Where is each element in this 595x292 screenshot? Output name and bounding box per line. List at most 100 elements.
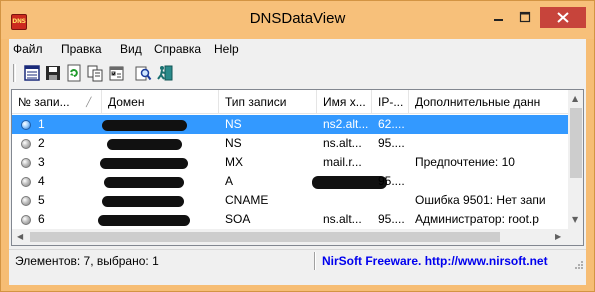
table-row[interactable]: 6 SOA ns.alt... 95.... Администратор: ro… (12, 210, 568, 229)
app-window: DNS DNSDataView Файл Правка Вид Справка … (0, 0, 595, 292)
column-header-record-type[interactable]: Тип записи (219, 90, 317, 114)
vertical-scrollbar[interactable]: ▲ ▼ (568, 90, 583, 229)
menu-bar: Файл Правка Вид Справка Help (9, 39, 586, 59)
table-row[interactable]: 2 NS ns.alt... 95.... (12, 134, 568, 153)
cell-ip (378, 191, 408, 210)
minimize-icon (494, 19, 503, 21)
column-header-ip[interactable]: IP-... (372, 90, 409, 114)
find-button[interactable] (134, 64, 152, 82)
scroll-down-icon[interactable]: ▼ (572, 216, 578, 224)
cell-host-name: ns2.alt... (323, 117, 369, 131)
cell-host-name: ns.alt... (323, 136, 362, 150)
cell-number: 3 (38, 155, 45, 169)
refresh-button[interactable] (65, 64, 83, 82)
cell-record-type: CNAME (225, 193, 269, 207)
redacted-domain (100, 158, 188, 169)
save-icon (46, 66, 60, 80)
close-icon (557, 12, 569, 23)
status-item-count: Элементов: 7, выбрано: 1 (15, 254, 159, 268)
menu-edit[interactable]: Правка (61, 42, 102, 56)
table-row[interactable]: 5 CNAME Ошибка 9501: Нет запи (12, 191, 568, 210)
table-row[interactable]: 4 A 95.... (12, 172, 568, 191)
column-header-extra[interactable]: Дополнительные данн (409, 90, 568, 114)
table-row[interactable]: 3 MX mail.r... Предпочтение: 10 (12, 153, 568, 172)
redacted-domain (107, 139, 182, 150)
nirsoft-link[interactable]: NirSoft Freeware. http://www.nirsoft.net (322, 254, 548, 268)
cell-record-type: SOA (225, 212, 251, 226)
menu-help[interactable]: Help (214, 42, 239, 56)
cell-ip: 95.... (378, 212, 405, 226)
maximize-button[interactable] (512, 7, 538, 28)
redacted-domain (102, 120, 187, 131)
cell-extra: Администратор: root.p (415, 212, 539, 226)
cell-host-name: ns.alt... (323, 212, 362, 226)
title-bar[interactable]: DNS DNSDataView (1, 1, 594, 39)
cell-number: 1 (38, 117, 45, 131)
horizontal-scrollbar[interactable]: ◀ ▶ (12, 229, 568, 245)
scroll-right-icon[interactable]: ▶ (555, 233, 561, 241)
cell-extra (415, 172, 567, 191)
cell-record-type: NS (225, 117, 242, 131)
maximize-icon (519, 11, 531, 23)
redacted-domain (102, 196, 184, 207)
record-status-icon (21, 177, 31, 187)
cell-host-name (323, 191, 371, 210)
record-status-icon (21, 158, 31, 168)
options-button[interactable] (107, 64, 125, 82)
cell-number: 5 (38, 193, 45, 207)
redacted-domain (98, 215, 190, 226)
scroll-up-icon[interactable]: ▲ (572, 95, 578, 103)
cell-ip: 95.... (378, 136, 405, 150)
properties-icon (24, 65, 40, 81)
cell-record-type: MX (225, 155, 243, 169)
client-area: Файл Правка Вид Справка Help № запи... ╱… (9, 39, 586, 285)
menu-view[interactable]: Вид (120, 42, 142, 56)
horizontal-scroll-thumb[interactable] (30, 232, 500, 242)
cell-record-type: NS (225, 136, 242, 150)
cell-ip (378, 153, 408, 172)
exit-button[interactable] (156, 64, 174, 82)
menu-file[interactable]: Файл (13, 42, 43, 56)
resize-grip-icon[interactable] (574, 260, 584, 270)
cell-ip: 95.... (378, 174, 405, 188)
column-header-domain[interactable]: Домен (102, 90, 219, 114)
records-list[interactable]: № запи... ╱ Домен Тип записи Имя х... IP… (11, 89, 584, 246)
status-separator (314, 252, 316, 270)
copy-icon (87, 65, 103, 82)
properties-button[interactable] (23, 64, 41, 82)
redacted-host-name (312, 176, 387, 189)
close-button[interactable] (540, 7, 586, 28)
cell-record-type: A (225, 174, 234, 188)
toolbar (9, 60, 586, 86)
cell-extra: Ошибка 9501: Нет запи (415, 193, 546, 207)
cell-ip: 62.... (378, 117, 405, 131)
find-icon (135, 66, 152, 81)
scroll-left-icon[interactable]: ◀ (17, 233, 23, 241)
record-status-icon (21, 120, 31, 130)
table-row[interactable]: 1 NS ns2.alt... 62.... (12, 115, 568, 134)
save-button[interactable] (44, 64, 62, 82)
column-header-number[interactable]: № запи... ╱ (12, 90, 102, 114)
record-status-icon (21, 196, 31, 206)
options-icon (109, 66, 124, 81)
cell-host-name: mail.r... (323, 155, 362, 169)
sort-arrow-icon: ╱ (86, 97, 92, 107)
cell-extra (415, 115, 567, 134)
cell-extra (415, 134, 567, 153)
minimize-button[interactable] (485, 7, 511, 28)
cell-number: 6 (38, 212, 45, 226)
vertical-scroll-thumb[interactable] (570, 108, 582, 178)
cell-extra: Предпочтение: 10 (415, 155, 515, 169)
status-bar: Элементов: 7, выбрано: 1 NirSoft Freewar… (9, 249, 586, 271)
exit-icon (157, 65, 173, 81)
redacted-domain (104, 177, 184, 188)
refresh-icon (67, 64, 81, 82)
toolbar-grip[interactable] (13, 64, 16, 82)
scrollbar-corner (568, 229, 583, 245)
record-status-icon (21, 215, 31, 225)
cell-number: 2 (38, 136, 45, 150)
column-header-host-name[interactable]: Имя х... (317, 90, 372, 114)
menu-help-ru[interactable]: Справка (154, 42, 201, 56)
cell-number: 4 (38, 174, 45, 188)
copy-button[interactable] (86, 64, 104, 82)
